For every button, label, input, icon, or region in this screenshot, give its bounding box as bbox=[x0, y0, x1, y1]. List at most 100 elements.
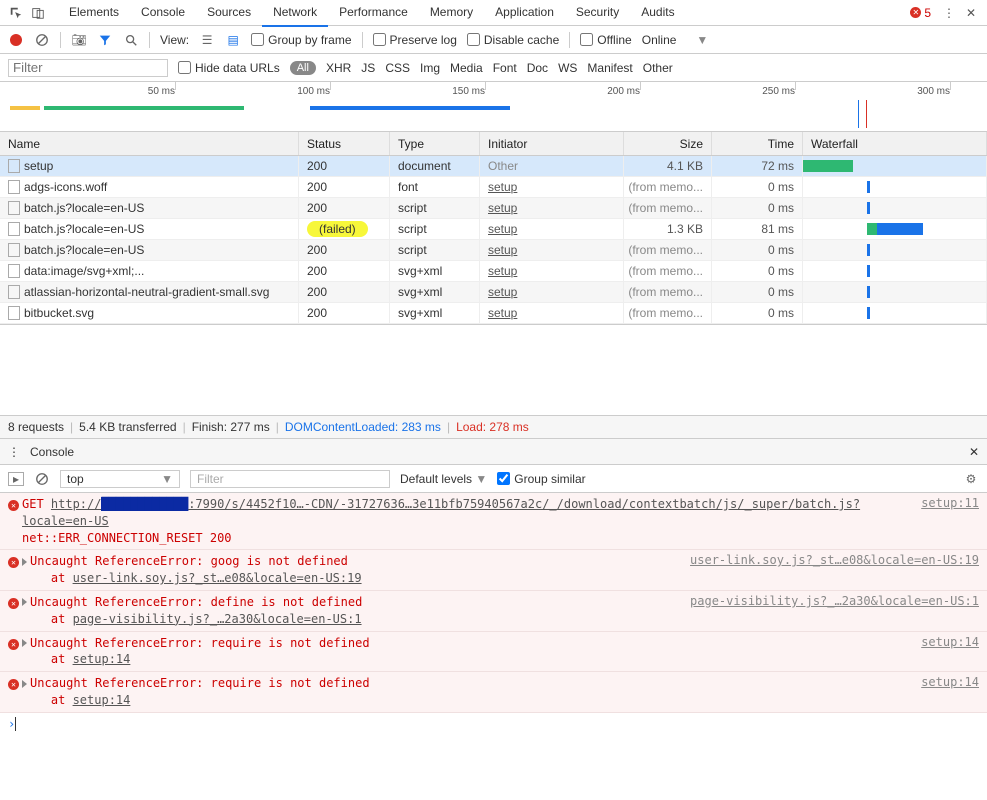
filter-type-other[interactable]: Other bbox=[643, 61, 673, 75]
source-link[interactable]: setup:11 bbox=[921, 496, 979, 510]
list-view-icon[interactable]: ☰ bbox=[199, 32, 215, 48]
waterfall-view-icon[interactable]: ▤ bbox=[225, 32, 241, 48]
close-icon[interactable]: ✕ bbox=[969, 445, 979, 459]
request-initiator: setup bbox=[480, 198, 624, 218]
filter-type-js[interactable]: JS bbox=[361, 61, 375, 75]
request-status: 200 bbox=[299, 303, 390, 323]
request-type: svg+xml bbox=[390, 282, 480, 302]
device-icon[interactable] bbox=[28, 3, 48, 23]
filter-type-css[interactable]: CSS bbox=[385, 61, 410, 75]
filter-type-ws[interactable]: WS bbox=[558, 61, 577, 75]
group-by-frame-checkbox[interactable]: Group by frame bbox=[251, 33, 351, 47]
table-row[interactable]: data:image/svg+xml;...200svg+xmlsetup(fr… bbox=[0, 261, 987, 282]
console-error[interactable]: ✕Uncaught ReferenceError: require is not… bbox=[0, 632, 987, 673]
filter-type-manifest[interactable]: Manifest bbox=[587, 61, 632, 75]
request-size: (from memo... bbox=[624, 177, 712, 197]
col-size[interactable]: Size bbox=[624, 132, 712, 155]
close-icon[interactable]: ✕ bbox=[961, 3, 981, 23]
initiator-link[interactable]: setup bbox=[488, 264, 517, 278]
filter-type-media[interactable]: Media bbox=[450, 61, 483, 75]
console-error[interactable]: ✕Uncaught ReferenceError: define is not … bbox=[0, 591, 987, 632]
clear-icon[interactable] bbox=[34, 32, 50, 48]
chevron-down-icon[interactable]: ▼ bbox=[696, 33, 708, 47]
initiator-link[interactable]: setup bbox=[488, 285, 517, 299]
initiator-link[interactable]: setup bbox=[488, 306, 517, 320]
filter-input[interactable] bbox=[8, 59, 168, 77]
filter-type-all[interactable]: All bbox=[290, 61, 316, 75]
console-filter-input[interactable]: Filter bbox=[190, 470, 390, 488]
offline-checkbox[interactable]: Offline bbox=[580, 33, 631, 47]
more-icon[interactable]: ⋮ bbox=[939, 3, 959, 23]
inspect-icon[interactable] bbox=[6, 3, 26, 23]
table-row[interactable]: adgs-icons.woff200fontsetup(from memo...… bbox=[0, 177, 987, 198]
disable-cache-checkbox[interactable]: Disable cache bbox=[467, 33, 559, 47]
request-time: 0 ms bbox=[712, 240, 803, 260]
filter-bar: Hide data URLs All XHR JS CSS Img Media Font Do… bbox=[0, 54, 987, 82]
table-row[interactable]: batch.js?locale=en-US(failed)scriptsetup… bbox=[0, 219, 987, 240]
filter-type-font[interactable]: Font bbox=[493, 61, 517, 75]
table-row[interactable]: batch.js?locale=en-US200scriptsetup(from… bbox=[0, 240, 987, 261]
filter-type-xhr[interactable]: XHR bbox=[326, 61, 351, 75]
table-row[interactable]: batch.js?locale=en-US200scriptsetup(from… bbox=[0, 198, 987, 219]
initiator-link[interactable]: setup bbox=[488, 222, 517, 236]
more-icon[interactable]: ⋮ bbox=[8, 445, 20, 459]
console-error[interactable]: ✕Uncaught ReferenceError: goog is not de… bbox=[0, 550, 987, 591]
filter-type-doc[interactable]: Doc bbox=[527, 61, 548, 75]
initiator-link[interactable]: setup bbox=[488, 201, 517, 215]
error-icon: ✕ bbox=[8, 639, 19, 650]
log-levels-select[interactable]: Default levels ▼ bbox=[400, 472, 487, 486]
error-count-badge[interactable]: ✕5 bbox=[910, 6, 931, 20]
hide-data-urls-checkbox[interactable]: Hide data URLs bbox=[178, 61, 280, 75]
tab-security[interactable]: Security bbox=[565, 0, 630, 27]
record-icon[interactable] bbox=[8, 32, 24, 48]
console-tab[interactable]: Console bbox=[30, 445, 74, 459]
request-status: 200 bbox=[299, 282, 390, 302]
group-similar-checkbox[interactable]: Group similar bbox=[497, 472, 585, 486]
tab-elements[interactable]: Elements bbox=[58, 0, 130, 27]
request-time: 0 ms bbox=[712, 282, 803, 302]
tab-performance[interactable]: Performance bbox=[328, 0, 419, 27]
console-error[interactable]: ✕Uncaught ReferenceError: require is not… bbox=[0, 672, 987, 713]
source-link[interactable]: setup:14 bbox=[921, 675, 979, 689]
expand-icon[interactable] bbox=[22, 558, 27, 566]
tab-memory[interactable]: Memory bbox=[419, 0, 484, 27]
filter-icon[interactable] bbox=[97, 32, 113, 48]
console-error[interactable]: ✕GET http://████████████:7990/s/4452f10…… bbox=[0, 493, 987, 550]
col-type[interactable]: Type bbox=[390, 132, 480, 155]
tab-application[interactable]: Application bbox=[484, 0, 565, 27]
col-time[interactable]: Time bbox=[712, 132, 803, 155]
throttling-select[interactable]: Online bbox=[642, 33, 677, 47]
col-waterfall[interactable]: Waterfall bbox=[803, 132, 987, 155]
timeline-tick: 250 ms bbox=[755, 86, 795, 97]
expand-icon[interactable] bbox=[22, 639, 27, 647]
tab-sources[interactable]: Sources bbox=[196, 0, 262, 27]
expand-icon[interactable] bbox=[22, 680, 27, 688]
preserve-log-checkbox[interactable]: Preserve log bbox=[373, 33, 457, 47]
expand-icon[interactable] bbox=[22, 598, 27, 606]
initiator-link[interactable]: setup bbox=[488, 243, 517, 257]
source-link[interactable]: setup:14 bbox=[921, 635, 979, 649]
initiator-link[interactable]: setup bbox=[488, 180, 517, 194]
console-prompt[interactable]: › bbox=[0, 713, 987, 735]
clear-console-icon[interactable] bbox=[34, 471, 50, 487]
tab-network[interactable]: Network bbox=[262, 0, 328, 27]
source-link[interactable]: page-visibility.js?_…2a30&locale=en-US:1 bbox=[690, 594, 979, 608]
request-size: (from memo... bbox=[624, 261, 712, 281]
col-name[interactable]: Name bbox=[0, 132, 299, 155]
camera-icon[interactable]: 📷︎ bbox=[71, 32, 87, 48]
search-icon[interactable] bbox=[123, 32, 139, 48]
filter-type-img[interactable]: Img bbox=[420, 61, 440, 75]
timeline-overview[interactable]: 50 ms100 ms150 ms200 ms250 ms300 ms bbox=[0, 82, 987, 132]
status-bar: 8 requests| 5.4 KB transferred| Finish: … bbox=[0, 415, 987, 439]
col-initiator[interactable]: Initiator bbox=[480, 132, 624, 155]
table-row[interactable]: atlassian-horizontal-neutral-gradient-sm… bbox=[0, 282, 987, 303]
context-select[interactable]: top▼ bbox=[60, 470, 180, 488]
source-link[interactable]: user-link.soy.js?_st…e08&locale=en-US:19 bbox=[690, 553, 979, 567]
table-row[interactable]: bitbucket.svg200svg+xmlsetup(from memo..… bbox=[0, 303, 987, 324]
col-status[interactable]: Status bbox=[299, 132, 390, 155]
tab-audits[interactable]: Audits bbox=[630, 0, 685, 27]
play-icon[interactable]: ▸ bbox=[8, 472, 24, 486]
table-row[interactable]: setup200documentOther4.1 KB72 ms bbox=[0, 156, 987, 177]
tab-console[interactable]: Console bbox=[130, 0, 196, 27]
gear-icon[interactable]: ⚙ bbox=[963, 471, 979, 487]
